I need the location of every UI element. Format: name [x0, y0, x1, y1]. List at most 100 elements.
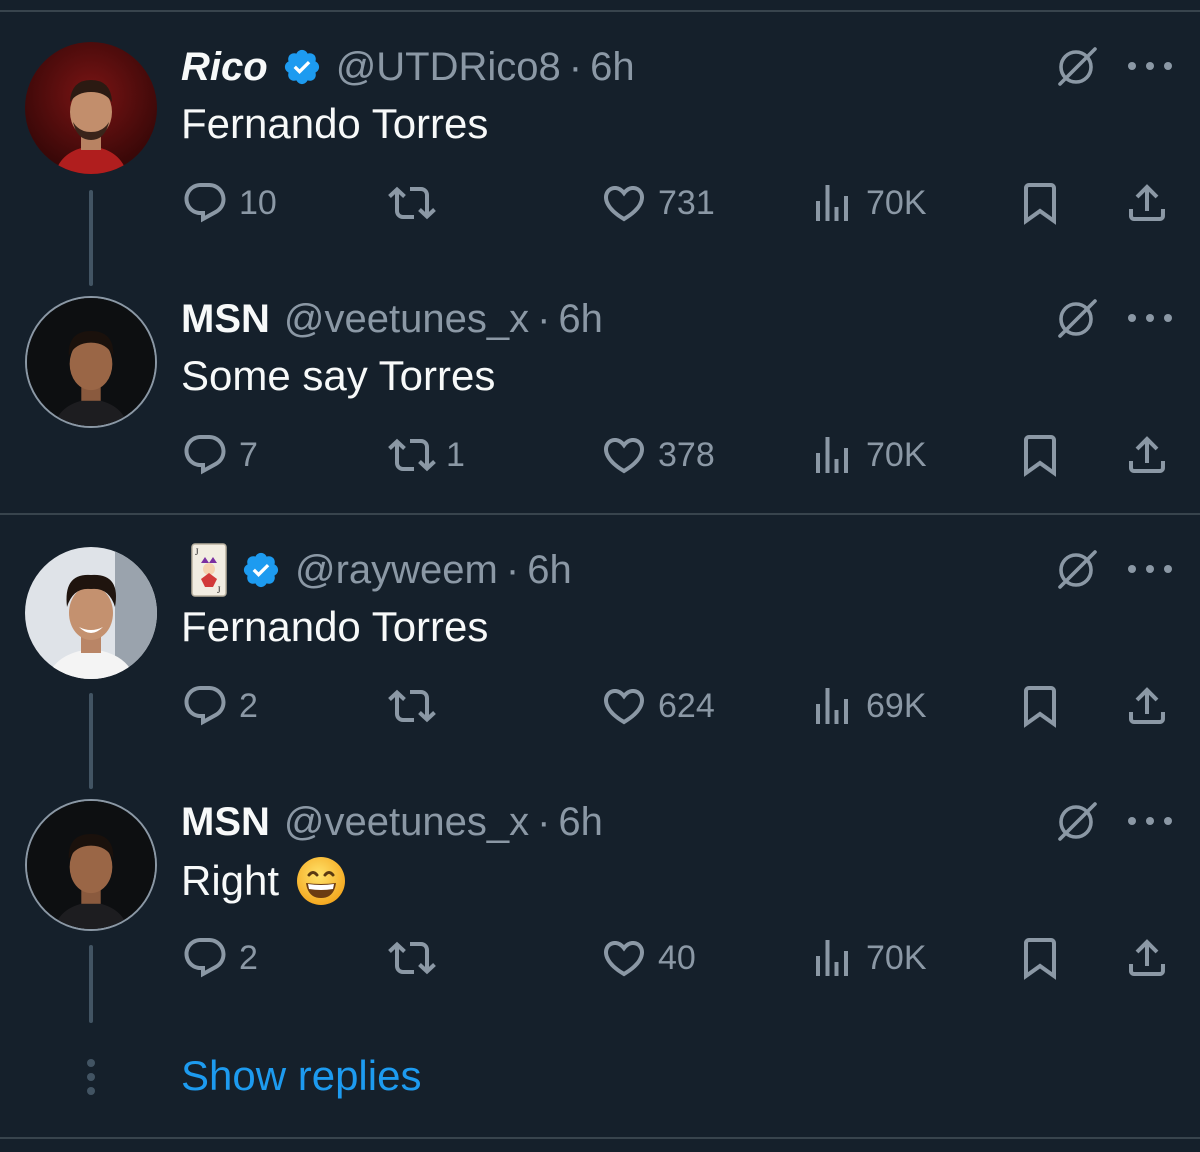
separator: ·: [537, 799, 551, 844]
more-icon[interactable]: [1128, 304, 1172, 332]
reply-count: 2: [239, 686, 258, 725]
avatar-rico[interactable]: [25, 42, 157, 174]
avatar-msn[interactable]: [25, 799, 157, 931]
tweet-text: Fernando Torres: [181, 100, 489, 147]
tweet-header: MSN @veetunes_x · 6h: [181, 795, 603, 849]
display-name[interactable]: Rico: [181, 45, 268, 90]
reply-icon: [184, 183, 226, 223]
heart-icon: [603, 438, 645, 474]
views-button[interactable]: 70K: [808, 430, 927, 480]
display-name[interactable]: MSN: [181, 297, 270, 342]
tweet-actions: 10 731 70K: [0, 178, 1200, 228]
bookmark-button[interactable]: [1016, 178, 1064, 228]
share-icon: [1129, 687, 1165, 724]
bookmark-button[interactable]: [1016, 933, 1064, 983]
timestamp[interactable]: 6h: [558, 800, 603, 845]
separator: ·: [537, 296, 551, 341]
heart-icon: [603, 689, 645, 725]
avatar-msn[interactable]: [25, 296, 157, 428]
more-icon[interactable]: [1128, 807, 1172, 835]
bookmark-button[interactable]: [1016, 430, 1064, 480]
more-icon[interactable]: [1128, 555, 1172, 583]
retweet-button[interactable]: [388, 933, 446, 983]
tweet-header: Rico @UTDRico8 · 6h: [181, 40, 635, 94]
tweet-4[interactable]: MSN @veetunes_x · 6h Right 2 40 70K: [0, 765, 1200, 1023]
share-icon: [1129, 184, 1165, 221]
show-replies-link[interactable]: Show replies: [181, 1052, 421, 1100]
reply-count: 10: [239, 183, 277, 222]
tweet-1[interactable]: Rico @UTDRico8 · 6h Fernando Torres 10 7…: [0, 10, 1200, 286]
bookmark-icon: [1024, 435, 1056, 477]
tweet-text: Fernando Torres: [181, 603, 489, 650]
views-count: 70K: [866, 938, 927, 977]
grok-icon[interactable]: [1055, 296, 1099, 340]
heart-icon: [603, 186, 645, 222]
retweet-button[interactable]: [388, 681, 446, 731]
bottom-divider: [0, 1137, 1200, 1139]
tweet-actions: 7 1 378 70K: [0, 430, 1200, 480]
grinning-face-emoji: [295, 855, 347, 907]
tweet-header: MSN @veetunes_x · 6h: [181, 292, 603, 346]
retweet-icon: [388, 186, 436, 220]
tweet-2[interactable]: MSN @veetunes_x · 6h Some say Torres 7 1…: [0, 262, 1200, 514]
joker-card-icon: J J: [191, 543, 227, 597]
like-count: 731: [658, 183, 715, 222]
tweet-text: Right: [181, 855, 347, 907]
bookmark-button[interactable]: [1016, 681, 1064, 731]
retweet-button[interactable]: 1: [388, 430, 465, 480]
retweet-button[interactable]: [388, 178, 446, 228]
reply-count: 2: [239, 938, 258, 977]
reply-button[interactable]: 7: [181, 430, 258, 480]
bookmark-icon: [1024, 938, 1056, 980]
views-count: 70K: [866, 435, 927, 474]
verified-badge-icon: [282, 47, 322, 87]
reply-icon: [184, 686, 226, 726]
more-replies-dots-icon: [85, 1059, 97, 1095]
separator: ·: [505, 547, 520, 592]
like-button[interactable]: 378: [600, 430, 715, 480]
handle[interactable]: @UTDRico8: [336, 45, 561, 90]
tweet-actions: 2 40 70K: [0, 933, 1200, 983]
tweet-text: Some say Torres: [181, 352, 496, 399]
share-button[interactable]: [1123, 681, 1171, 731]
share-button[interactable]: [1123, 933, 1171, 983]
reply-icon: [184, 938, 226, 978]
reply-icon: [184, 435, 226, 475]
tweet-header: J J @rayweem · 6h: [181, 543, 572, 597]
bookmark-icon: [1024, 686, 1056, 728]
handle[interactable]: @rayweem: [295, 548, 498, 593]
views-button[interactable]: 70K: [808, 178, 927, 228]
tweet-3[interactable]: J J @rayweem · 6h Fernando Torres 2 624 …: [0, 513, 1200, 789]
reply-button[interactable]: 2: [181, 681, 258, 731]
like-count: 40: [658, 938, 696, 977]
views-icon: [816, 688, 848, 724]
handle[interactable]: @veetunes_x: [284, 800, 529, 845]
avatar-rayweem[interactable]: [25, 547, 157, 679]
share-button[interactable]: [1123, 430, 1171, 480]
timestamp[interactable]: 6h: [558, 297, 603, 342]
like-button[interactable]: 40: [600, 933, 696, 983]
timestamp[interactable]: 6h: [590, 45, 635, 90]
views-button[interactable]: 69K: [808, 681, 927, 731]
reply-button[interactable]: 2: [181, 933, 258, 983]
bookmark-icon: [1024, 183, 1056, 225]
views-button[interactable]: 70K: [808, 933, 927, 983]
like-count: 378: [658, 435, 715, 474]
views-count: 69K: [866, 686, 927, 725]
timestamp[interactable]: 6h: [527, 548, 572, 593]
like-count: 624: [658, 686, 715, 725]
grok-icon[interactable]: [1055, 44, 1099, 88]
share-button[interactable]: [1123, 178, 1171, 228]
reply-count: 7: [239, 435, 258, 474]
like-button[interactable]: 731: [600, 178, 715, 228]
display-name[interactable]: MSN: [181, 800, 270, 845]
handle[interactable]: @veetunes_x: [284, 297, 529, 342]
grok-icon[interactable]: [1055, 799, 1099, 843]
more-icon[interactable]: [1128, 52, 1172, 80]
reply-button[interactable]: 10: [181, 178, 277, 228]
separator: ·: [568, 44, 583, 89]
like-button[interactable]: 624: [600, 681, 715, 731]
views-count: 70K: [866, 183, 927, 222]
grok-icon[interactable]: [1055, 547, 1099, 591]
heart-icon: [603, 941, 645, 977]
